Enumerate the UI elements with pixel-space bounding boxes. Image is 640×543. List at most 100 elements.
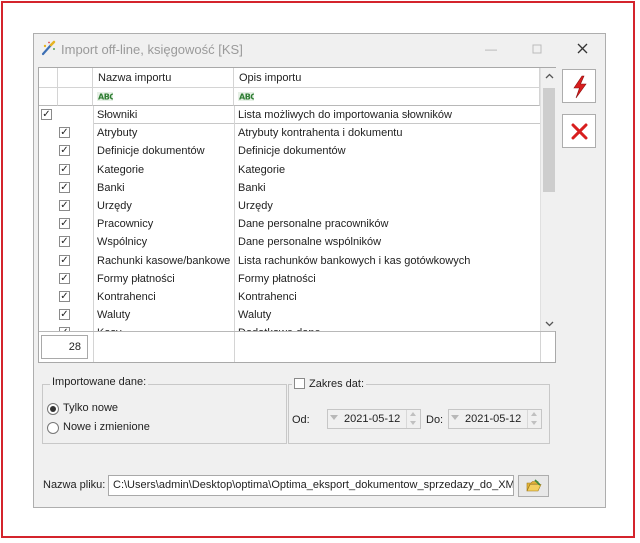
file-path-input[interactable]: C:\Users\admin\Desktop\optima\Optima_eks…: [108, 475, 514, 496]
filter-cell-name[interactable]: ABC: [93, 88, 234, 106]
date-from-picker[interactable]: 2021-05-12: [327, 409, 421, 429]
row-checkbox[interactable]: ✓: [59, 218, 70, 230]
col-divider: [93, 106, 94, 331]
filter-cell-check: [39, 88, 58, 106]
date-range-checkbox[interactable]: [294, 378, 305, 389]
row-count: 28: [41, 335, 88, 359]
row-description: Dodatkowe dane: [238, 324, 538, 331]
row-description: Formy płatności: [238, 272, 316, 285]
row-description: Dane personalne pracowników: [238, 218, 389, 231]
red-x-icon: [571, 123, 588, 143]
maximize-icon[interactable]: [526, 39, 548, 59]
grid-footer: 28: [39, 331, 555, 362]
date-range-header: Zakres dat:: [292, 376, 367, 390]
dropdown-arrow-icon: [451, 415, 459, 420]
row-description: Kategorie: [238, 163, 286, 176]
row-name: Formy płatności: [97, 272, 175, 285]
grid-rows: ✓ Słowniki Lista możliwych do importowania…: [39, 106, 540, 331]
table-row[interactable]: ✓ Rachunki kasowe/bankowe Lista rachunków …: [39, 252, 540, 270]
table-row[interactable]: ✓ Waluty Waluty: [39, 306, 540, 324]
import-window: Import off-line, księgowość [KS] — Nazwa…: [33, 33, 606, 508]
date-from-spinner[interactable]: [406, 410, 420, 428]
cancel-button[interactable]: [562, 114, 596, 148]
row-name: Kasy: [97, 324, 231, 331]
svg-text:ABC: ABC: [239, 93, 254, 102]
row-name: Kontrahenci: [97, 291, 156, 303]
radio-new-and-changed-label[interactable]: Nowe i zmienione: [63, 421, 150, 433]
minimize-icon[interactable]: —: [480, 39, 502, 59]
table-row[interactable]: ✓ Kontrahenci Kontrahenci: [39, 288, 540, 306]
table-row[interactable]: ✓ Atrybuty Atrybuty kontrahenta i dokument…: [39, 124, 540, 142]
date-range-label[interactable]: Zakres dat:: [309, 378, 364, 390]
col-divider: [93, 332, 94, 362]
imported-data-group: [42, 384, 287, 444]
radio-only-new-label[interactable]: Tylko nowe: [63, 402, 118, 414]
table-row[interactable]: ✓ Słowniki Lista możliwych do importowania…: [39, 106, 540, 124]
row-checkbox[interactable]: ✓: [59, 309, 70, 321]
close-icon[interactable]: [571, 39, 593, 59]
svg-text:ABC: ABC: [98, 93, 113, 102]
lightning-icon: [571, 75, 589, 102]
radio-only-new[interactable]: [47, 403, 59, 415]
row-description: Waluty: [238, 309, 272, 322]
row-checkbox[interactable]: ✓: [59, 163, 70, 175]
row-description: Atrybuty kontrahenta i dokumentu: [238, 127, 403, 140]
scroll-up-icon[interactable]: [544, 71, 554, 81]
scrollbar-thumb[interactable]: [543, 88, 555, 192]
title-bar: Import off-line, księgowość [KS] —: [34, 34, 605, 64]
abc-filter-icon: ABC: [238, 92, 257, 103]
imported-data-label: Importowane dane:: [50, 376, 149, 388]
table-row[interactable]: ✓ Definicje dokumentów Definicje dokumentó…: [39, 142, 540, 160]
row-description: Banki: [238, 181, 266, 194]
table-row[interactable]: ✓ Kategorie Kategorie: [39, 161, 540, 179]
row-checkbox[interactable]: ✓: [59, 145, 70, 157]
row-name: Pracownicy: [97, 218, 154, 231]
row-checkbox[interactable]: ✓: [59, 272, 70, 284]
filter-cell-indent: [58, 88, 93, 106]
table-row[interactable]: ✓ Banki Banki: [39, 179, 540, 197]
radio-new-and-changed[interactable]: [47, 422, 59, 434]
row-name: Waluty: [97, 309, 131, 322]
row-checkbox[interactable]: ✓: [59, 200, 70, 211]
row-name: Rachunki kasowe/bankowe: [97, 254, 231, 267]
row-checkbox[interactable]: ✓: [59, 127, 70, 139]
row-description: Lista możliwych do importowania słownikó…: [238, 109, 452, 121]
abc-filter-icon: ABC: [97, 92, 116, 103]
column-header-description[interactable]: Opis importu: [234, 68, 540, 88]
table-row[interactable]: ✓ Formy płatności Formy płatności: [39, 270, 540, 288]
optima-wand-icon: [40, 40, 58, 58]
row-name: Banki: [97, 181, 125, 194]
table-row[interactable]: ✓ Urzędy Urzędy: [39, 197, 540, 215]
row-name: Urzędy: [97, 200, 132, 212]
date-from-label: Od:: [292, 414, 310, 426]
date-to-spinner[interactable]: [527, 410, 541, 428]
import-grid[interactable]: Nazwa importu Opis importu ABC ABC ✓ Słow…: [38, 67, 556, 363]
row-checkbox[interactable]: ✓: [59, 236, 70, 248]
date-from-value: 2021-05-12: [344, 413, 401, 425]
row-checkbox[interactable]: ✓: [41, 109, 52, 120]
import-button[interactable]: [562, 69, 596, 103]
indent-column-header: [58, 68, 93, 88]
vertical-scrollbar[interactable]: [540, 68, 556, 331]
file-name-label: Nazwa pliku:: [43, 479, 106, 491]
table-row[interactable]: ✓ Wspólnicy Dane personalne wspólników: [39, 233, 540, 251]
table-row[interactable]: ✓ Pracownicy Dane personalne pracowników: [39, 215, 540, 233]
table-row[interactable]: ✓KasyDodatkowe dane: [39, 324, 540, 331]
date-to-value: 2021-05-12: [465, 413, 522, 425]
column-header-name[interactable]: Nazwa importu: [93, 68, 234, 88]
row-name: Słowniki: [97, 109, 138, 121]
col-divider: [540, 332, 541, 362]
row-checkbox[interactable]: ✓: [59, 254, 70, 266]
browse-button[interactable]: [518, 475, 549, 497]
row-name: Kategorie: [97, 163, 145, 176]
row-checkbox[interactable]: ✓: [59, 291, 70, 302]
filter-cell-description[interactable]: ABC: [234, 88, 540, 106]
row-name: Wspólnicy: [97, 236, 148, 249]
check-column-header: [39, 68, 58, 88]
col-divider: [234, 106, 235, 331]
date-to-picker[interactable]: 2021-05-12: [448, 409, 542, 429]
row-checkbox[interactable]: ✓: [59, 181, 70, 193]
scroll-down-icon[interactable]: [544, 319, 554, 329]
row-description: Lista rachunków bankowych i kas gotówkow…: [238, 254, 471, 267]
date-to-label: Do:: [426, 414, 444, 426]
